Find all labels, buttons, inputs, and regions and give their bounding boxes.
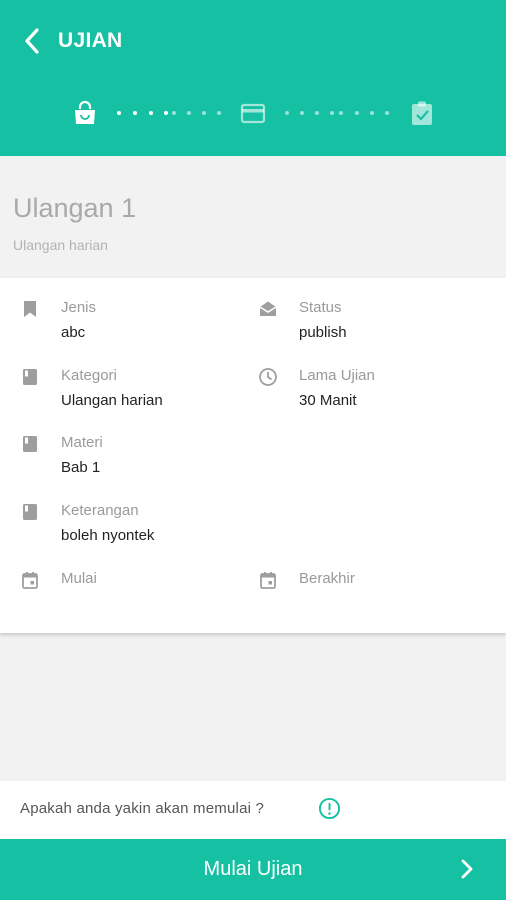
book-icon xyxy=(23,436,37,452)
field-value: boleh nyontek xyxy=(61,527,155,544)
field-value: abc xyxy=(61,324,86,341)
field-materi: Materi Bab 1 xyxy=(20,434,240,484)
field-jenis: Jenis abc xyxy=(20,299,240,349)
field-label: Lama Ujian xyxy=(299,367,375,384)
field-label: Jenis xyxy=(61,299,97,316)
field-keterangan: Keterangan boleh nyontek xyxy=(20,502,240,552)
exam-title: Ulangan 1 xyxy=(13,193,137,223)
progress-stepper xyxy=(0,96,506,130)
exam-subtitle: Ulangan harian xyxy=(13,237,108,253)
field-label: Kategori xyxy=(61,367,117,384)
clipboard-check-icon xyxy=(412,101,432,125)
calendar-icon xyxy=(260,572,276,589)
confirm-text: Apakah anda yakin akan memulai ? xyxy=(20,800,265,817)
field-berakhir: Berakhir xyxy=(258,570,478,610)
field-label: Berakhir xyxy=(299,570,355,587)
envelope-open-icon xyxy=(259,301,277,316)
field-mulai: Mulai xyxy=(20,570,240,610)
field-kategori: Kategori Ulangan harian xyxy=(20,367,240,417)
chevron-left-icon xyxy=(25,28,39,54)
credit-card-icon xyxy=(240,103,266,124)
info-icon[interactable] xyxy=(318,797,341,820)
start-exam-label: Mulai Ujian xyxy=(203,858,303,880)
start-exam-button[interactable]: Mulai Ujian xyxy=(0,839,506,900)
exam-heading: Ulangan 1 Ulangan harian xyxy=(0,156,506,278)
page-title: UJIAN xyxy=(58,29,123,52)
field-label: Materi xyxy=(61,434,103,451)
field-label: Status xyxy=(299,299,342,316)
clock-icon xyxy=(259,368,277,386)
exam-details-card: Jenis abc Status publish Kategori Ulanga… xyxy=(0,278,506,633)
app-header: UJIAN xyxy=(0,0,506,156)
back-button[interactable] xyxy=(18,26,46,56)
field-label: Keterangan xyxy=(61,502,139,519)
field-value: 30 Manit xyxy=(299,392,357,409)
field-value: Bab 1 xyxy=(61,459,101,476)
bag-icon xyxy=(75,100,95,124)
field-value: Ulangan harian xyxy=(61,392,163,409)
calendar-icon xyxy=(22,572,38,589)
field-status: Status publish xyxy=(258,299,478,349)
confirm-bar: Apakah anda yakin akan memulai ? xyxy=(0,781,506,839)
field-value: publish xyxy=(299,324,347,341)
book-icon xyxy=(23,504,37,520)
book-icon xyxy=(23,369,37,385)
field-label: Mulai xyxy=(61,570,97,587)
chevron-right-icon xyxy=(461,859,473,879)
bookmark-icon xyxy=(24,301,36,317)
field-lama-ujian: Lama Ujian 30 Manit xyxy=(258,367,478,417)
